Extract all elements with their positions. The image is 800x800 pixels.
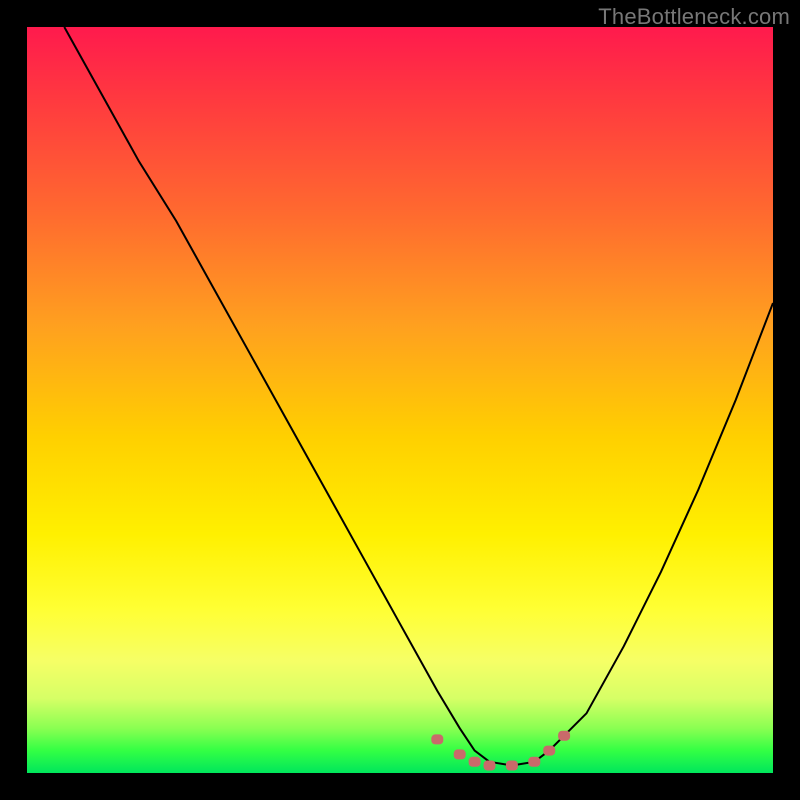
bottleneck-curve — [64, 27, 773, 766]
curve-layer — [27, 27, 773, 773]
highlight-dot — [506, 761, 518, 771]
plot-area — [27, 27, 773, 773]
highlight-dot — [454, 749, 466, 759]
highlight-dot — [469, 757, 481, 767]
chart-frame: TheBottleneck.com — [0, 0, 800, 800]
highlight-dot — [431, 734, 443, 744]
watermark-text: TheBottleneck.com — [598, 4, 790, 30]
highlight-dot — [558, 731, 570, 741]
highlight-dot — [543, 746, 555, 756]
highlight-dot — [484, 761, 496, 771]
highlight-dot — [528, 757, 540, 767]
